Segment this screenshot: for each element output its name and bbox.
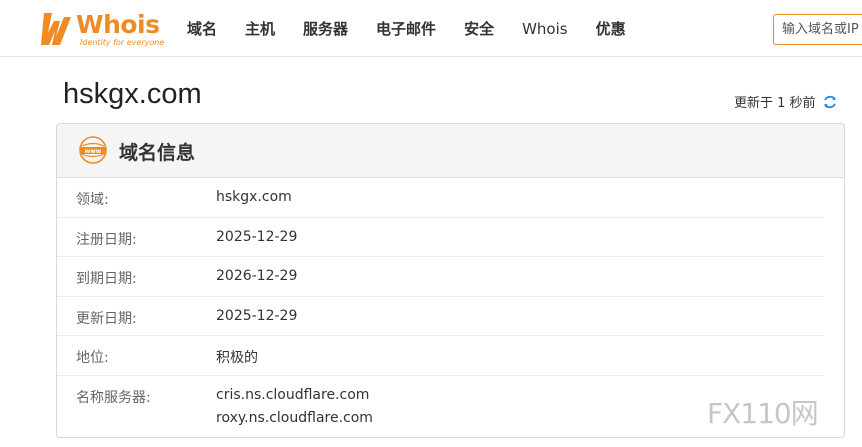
row-label: 注册日期: bbox=[76, 231, 137, 248]
nameserver-item: cris.ns.cloudflare.com bbox=[216, 386, 370, 403]
row-value: 积极的 bbox=[216, 350, 258, 366]
nav-item-hosting[interactable]: 主机 bbox=[245, 18, 275, 39]
row-label: 更新日期: bbox=[76, 310, 137, 327]
domain-info-card: www 域名信息 领域: hskgx.com 注册日期: 2025-12-29 … bbox=[56, 123, 845, 438]
row-value: hskgx.com bbox=[216, 189, 292, 205]
row-value: 2025-12-29 bbox=[216, 307, 298, 324]
main-nav: 域名 主机 服务器 电子邮件 安全 Whois 优惠 bbox=[187, 0, 654, 57]
page-title: hskgx.com bbox=[63, 78, 202, 110]
logo-tagline: Identity for everyone bbox=[80, 38, 165, 47]
row-label: 到期日期: bbox=[76, 271, 137, 287]
nav-item-whois[interactable]: Whois bbox=[522, 20, 568, 38]
nav-item-deals[interactable]: 优惠 bbox=[596, 18, 626, 39]
nav-item-domain[interactable]: 域名 bbox=[187, 18, 217, 39]
updated-text: 更新于 1 秒前 bbox=[734, 96, 816, 111]
logo-mark-icon bbox=[41, 13, 71, 45]
updated-status: 更新于 1 秒前 bbox=[734, 92, 838, 111]
logo-brand: Whois bbox=[76, 10, 160, 39]
watermark: FX110网 bbox=[707, 397, 819, 430]
nav-item-email[interactable]: 电子邮件 bbox=[376, 18, 436, 39]
row-label: 领域: bbox=[76, 192, 109, 208]
domain-search-input[interactable] bbox=[773, 14, 862, 45]
nameserver-list: cris.ns.cloudflare.com roxy.ns.cloudflar… bbox=[216, 384, 373, 430]
nav-item-security[interactable]: 安全 bbox=[464, 18, 494, 39]
card-title: 域名信息 bbox=[119, 142, 196, 164]
refresh-icon[interactable] bbox=[822, 94, 838, 110]
nav-item-server[interactable]: 服务器 bbox=[303, 18, 348, 39]
www-icon: www bbox=[79, 136, 107, 164]
row-value: 2025-12-29 bbox=[216, 228, 298, 245]
nameserver-item: roxy.ns.cloudflare.com bbox=[216, 409, 373, 426]
card-header: www 域名信息 bbox=[57, 124, 844, 178]
row-value: 2026-12-29 bbox=[216, 268, 298, 284]
top-navbar: Whois Identity for everyone 域名 主机 服务器 电子… bbox=[0, 0, 862, 57]
info-row-domain: 领域: hskgx.com bbox=[57, 178, 824, 218]
info-row-registered: 注册日期: 2025-12-29 bbox=[57, 218, 824, 257]
row-label: 地位: bbox=[76, 350, 109, 366]
whois-logo[interactable]: Whois Identity for everyone bbox=[38, 10, 165, 48]
svg-text:www: www bbox=[85, 148, 102, 155]
info-row-updated: 更新日期: 2025-12-29 bbox=[57, 297, 824, 336]
info-row-status: 地位: 积极的 bbox=[57, 336, 824, 376]
row-label: 名称服务器: bbox=[76, 389, 151, 406]
info-row-expires: 到期日期: 2026-12-29 bbox=[57, 257, 824, 297]
